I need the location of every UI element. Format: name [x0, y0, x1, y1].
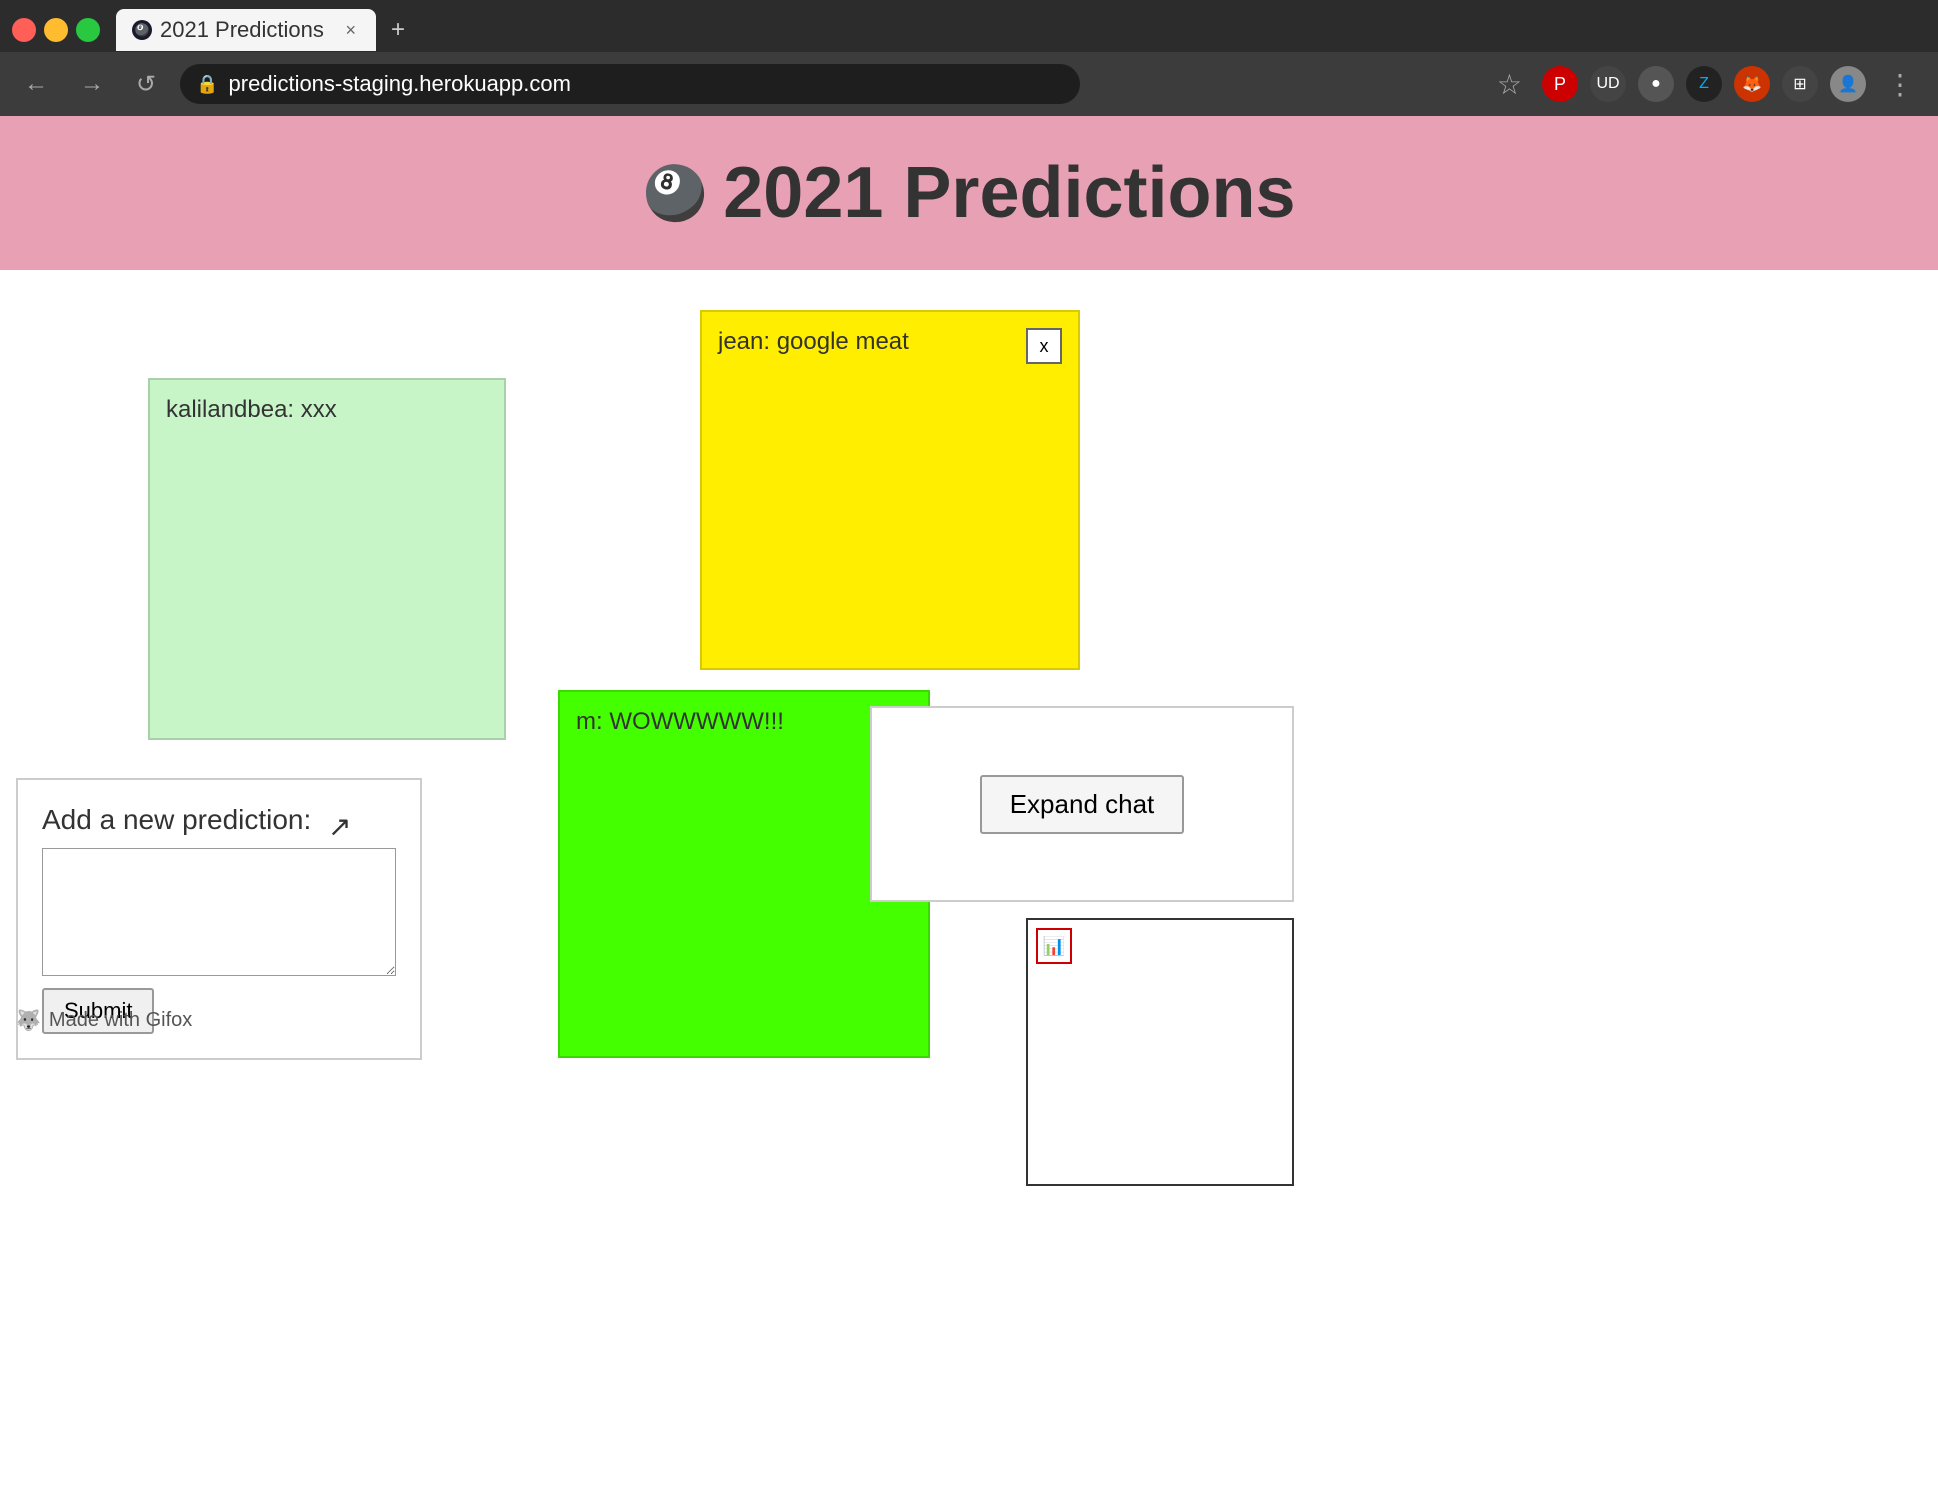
sticky-note-yellow: jean: google meat x	[700, 310, 1080, 670]
sticky-note-yellow-text: jean: google meat	[718, 328, 909, 356]
page: 🎱 2021 Predictions kalilandbea: xxx jean…	[0, 116, 1938, 1512]
gifox-badge: 🐺 Made with Gifox	[16, 1008, 192, 1033]
back-button[interactable]: ←	[16, 66, 56, 102]
browser-chrome: 🎱 2021 Predictions × + ← → ↺ 🔒 predictio…	[0, 0, 1938, 116]
tab-title: 2021 Predictions	[160, 17, 324, 43]
sticky-note-yellow-close[interactable]: x	[1026, 328, 1062, 364]
extension-icon-5[interactable]: 🦊	[1734, 66, 1770, 102]
minimize-traffic-light[interactable]	[44, 18, 68, 42]
tab-bar: 🎱 2021 Predictions × +	[0, 0, 1938, 52]
gifox-icon: 🐺	[16, 1008, 41, 1033]
forward-button[interactable]: →	[72, 66, 112, 102]
tab-close-button[interactable]: ×	[341, 18, 360, 43]
extensions-button[interactable]: ⊞	[1782, 66, 1818, 102]
menu-button[interactable]: ⋮	[1878, 64, 1922, 105]
sticky-note-yellow-header: jean: google meat x	[718, 328, 1062, 364]
widget-icon: 📊	[1036, 928, 1072, 964]
bookmark-button[interactable]: ☆	[1489, 64, 1530, 105]
widget-box: 📊	[1026, 918, 1294, 1186]
gifox-label: Made with Gifox	[49, 1009, 192, 1032]
sticky-note-green-light-text: kalilandbea: xxx	[166, 396, 337, 423]
page-title: 2021 Predictions	[723, 152, 1295, 234]
page-header: 🎱 2021 Predictions	[0, 116, 1938, 270]
extension-icon-1[interactable]: P	[1542, 66, 1578, 102]
sticky-note-green-light: kalilandbea: xxx	[148, 378, 506, 740]
close-traffic-light[interactable]	[12, 18, 36, 42]
form-label: Add a new prediction:	[42, 804, 396, 836]
widget-icon-inner: 📊	[1043, 936, 1065, 957]
active-tab[interactable]: 🎱 2021 Predictions ×	[116, 9, 376, 51]
lock-icon: 🔒	[196, 74, 218, 95]
expand-chat-panel: Expand chat	[870, 706, 1294, 902]
main-content: kalilandbea: xxx jean: google meat x m: …	[0, 270, 1938, 1470]
url-text: predictions-staging.herokuapp.com	[229, 71, 571, 97]
traffic-lights	[12, 18, 100, 42]
profile-avatar[interactable]: 👤	[1830, 66, 1866, 102]
maximize-traffic-light[interactable]	[76, 18, 100, 42]
address-bar: ← → ↺ 🔒 predictions-staging.herokuapp.co…	[0, 52, 1938, 116]
header-emoji: 🎱	[642, 163, 707, 224]
extension-icon-4[interactable]: Z	[1686, 66, 1722, 102]
sticky-note-bright-green-text: m: WOWWWWW!!!	[576, 708, 784, 735]
reload-button[interactable]: ↺	[128, 66, 164, 103]
new-tab-button[interactable]: +	[380, 12, 416, 48]
expand-chat-button[interactable]: Expand chat	[980, 775, 1185, 834]
tab-favicon: 🎱	[132, 20, 152, 40]
toolbar-icons: ☆ P UD ● Z 🦊 ⊞ 👤 ⋮	[1489, 64, 1922, 105]
url-bar[interactable]: 🔒 predictions-staging.herokuapp.com	[180, 64, 1080, 104]
extension-icon-3[interactable]: ●	[1638, 66, 1674, 102]
extension-icon-2[interactable]: UD	[1590, 66, 1626, 102]
prediction-textarea[interactable]	[42, 848, 396, 976]
